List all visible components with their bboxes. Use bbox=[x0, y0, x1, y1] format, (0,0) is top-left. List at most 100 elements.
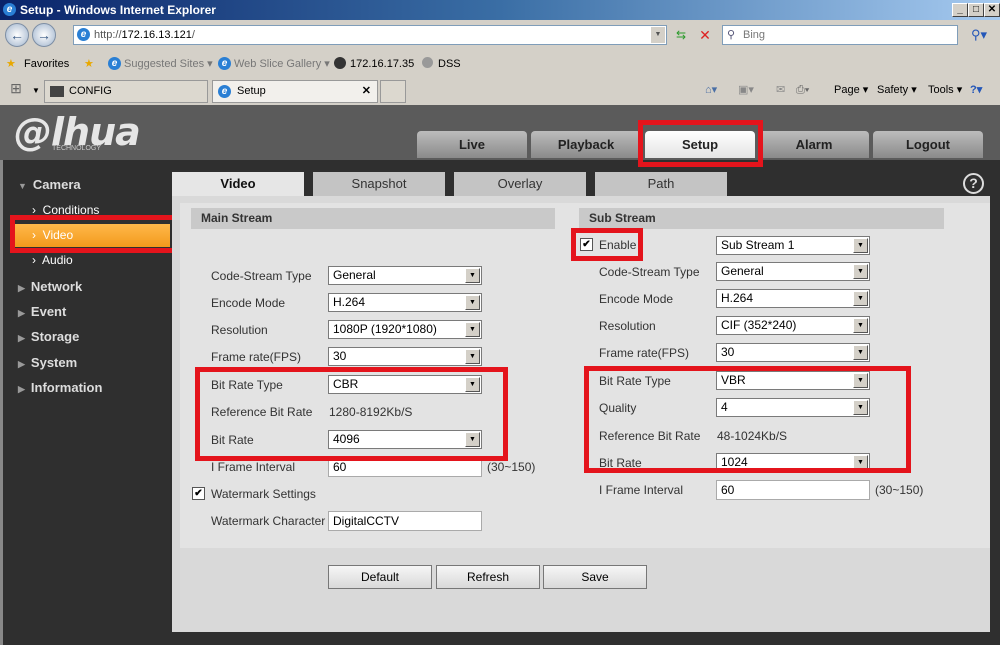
watermark-character-input[interactable]: DigitalCCTV bbox=[328, 511, 482, 531]
sidebar-storage[interactable]: ▶ Storage bbox=[18, 329, 79, 344]
favorites-button[interactable]: Favorites bbox=[24, 56, 69, 72]
tab-path[interactable]: Path bbox=[595, 172, 731, 196]
select-value: 30 bbox=[333, 349, 347, 363]
search-input[interactable]: ⚲ Bing bbox=[722, 25, 958, 45]
sidebar-information[interactable]: ▶ Information bbox=[18, 380, 102, 395]
tab-list-dropdown[interactable]: ▼ bbox=[30, 80, 42, 102]
safety-menu[interactable]: Safety ▾ bbox=[877, 83, 917, 97]
feeds-icon[interactable]: ▣▾ bbox=[738, 83, 754, 97]
select-value: CIF (352*240) bbox=[721, 318, 797, 332]
web-slice-gallery-link[interactable]: Web Slice Gallery ▾ bbox=[234, 56, 330, 72]
highlight-video bbox=[10, 215, 177, 253]
quick-tabs-icon[interactable]: ⊞ bbox=[6, 80, 26, 102]
sidebar-label: Audio bbox=[42, 253, 73, 267]
mail-icon[interactable]: ✉ bbox=[776, 83, 785, 97]
favorites-star-icon: ★ bbox=[6, 58, 16, 70]
ie-logo-icon: e bbox=[3, 3, 16, 16]
dss-icon bbox=[422, 57, 433, 68]
url-prefix: http:// bbox=[94, 29, 122, 41]
encode-mode-select[interactable]: H.264 ▼ bbox=[716, 289, 870, 308]
suggested-sites-icon: e bbox=[108, 57, 121, 70]
address-bar[interactable]: http://172.16.13.121/ e ▼ bbox=[73, 25, 667, 45]
code-stream-type-select[interactable]: General ▼ bbox=[328, 266, 482, 285]
resolution-select[interactable]: 1080P (1920*1080) ▼ bbox=[328, 320, 482, 339]
sidebar-item-audio[interactable]: › Audio bbox=[32, 253, 73, 267]
frame-rate-fps-select[interactable]: 30 ▼ bbox=[328, 347, 482, 366]
close-window-button[interactable]: ✕ bbox=[984, 3, 1000, 17]
tools-menu[interactable]: Tools ▾ bbox=[928, 83, 962, 97]
watermark-checkbox[interactable]: ✔ bbox=[192, 487, 205, 500]
field-label: I Frame Interval bbox=[599, 483, 684, 497]
nav-live[interactable]: Live bbox=[417, 131, 527, 158]
stop-icon[interactable]: ✕ bbox=[696, 25, 714, 45]
camera-icon bbox=[334, 57, 346, 69]
search-icon: ⚲ bbox=[727, 29, 736, 41]
page-menu[interactable]: Page ▾ bbox=[834, 83, 868, 97]
maximize-button[interactable]: □ bbox=[968, 3, 984, 17]
chevron-down-icon: ▼ bbox=[853, 238, 868, 253]
sidebar-label: Camera bbox=[32, 177, 81, 192]
select-value: H.264 bbox=[333, 295, 366, 309]
iframe-range-hint: (30~150) bbox=[487, 460, 536, 474]
minimize-button[interactable]: _ bbox=[952, 3, 968, 17]
forward-button[interactable]: → bbox=[32, 23, 56, 47]
sidebar-event[interactable]: ▶ Event bbox=[18, 304, 66, 319]
sub-stream-header: Sub Stream bbox=[579, 208, 944, 229]
search-button[interactable]: ⚲▾ bbox=[964, 25, 994, 45]
encode-mode-select[interactable]: H.264 ▼ bbox=[328, 293, 482, 312]
tab-overlay[interactable]: Overlay bbox=[454, 172, 590, 196]
favorite-link-dss[interactable]: DSS bbox=[438, 56, 461, 72]
select-value: 1080P (1920*1080) bbox=[333, 322, 437, 336]
sidebar-label: Information bbox=[30, 380, 103, 395]
sidebar-network[interactable]: ▶ Network bbox=[18, 279, 82, 294]
print-icon[interactable]: ⎙▾ bbox=[796, 83, 809, 97]
tab-setup[interactable]: e Setup ✕ bbox=[212, 80, 378, 103]
chevron-down-icon: ▼ bbox=[465, 322, 480, 337]
back-button[interactable]: ← bbox=[5, 23, 29, 47]
url-host: 172.16.13.121 bbox=[121, 29, 192, 41]
substream-select[interactable]: Sub Stream 1 ▼ bbox=[716, 236, 870, 255]
iframe-interval-input[interactable]: 60 bbox=[716, 480, 870, 500]
new-tab-button[interactable] bbox=[380, 80, 406, 103]
field-label: Code-Stream Type bbox=[211, 269, 312, 283]
camera-tab-icon bbox=[50, 86, 64, 97]
refresh-button[interactable]: Refresh bbox=[436, 565, 540, 589]
home-icon[interactable]: ⌂▾ bbox=[705, 83, 717, 97]
default-button[interactable]: Default bbox=[328, 565, 432, 589]
code-stream-type-select[interactable]: General ▼ bbox=[716, 262, 870, 281]
logo-subtitle: TECHNOLOGY bbox=[52, 145, 102, 152]
favorite-link-172[interactable]: 172.16.17.35 bbox=[350, 56, 414, 72]
tab-video[interactable]: Video bbox=[172, 172, 308, 196]
watermark-character-label: Watermark Character bbox=[211, 514, 326, 528]
sidebar-camera[interactable]: ▼ Camera bbox=[18, 177, 81, 192]
resolution-select[interactable]: CIF (352*240) ▼ bbox=[716, 316, 870, 335]
select-value: General bbox=[333, 268, 376, 282]
main-stream-header: Main Stream bbox=[191, 208, 555, 229]
field-label: Encode Mode bbox=[211, 296, 286, 310]
highlight-sub-bitrate bbox=[584, 366, 911, 473]
refresh-icon[interactable]: ⇆ bbox=[672, 25, 690, 45]
add-favorite-icon[interactable]: ★ bbox=[84, 56, 94, 72]
iframe-range-hint: (30~150) bbox=[875, 483, 924, 497]
tab-snapshot[interactable]: Snapshot bbox=[313, 172, 449, 196]
nav-playback[interactable]: Playback bbox=[531, 131, 641, 158]
sidebar-label: Event bbox=[30, 304, 67, 319]
help-icon[interactable]: ? bbox=[963, 173, 984, 194]
chevron-down-icon: ▼ bbox=[853, 345, 868, 360]
address-dropdown-icon[interactable]: ▼ bbox=[651, 27, 665, 43]
nav-logout[interactable]: Logout bbox=[873, 131, 983, 158]
field-label: Resolution bbox=[211, 323, 268, 337]
nav-alarm[interactable]: Alarm bbox=[759, 131, 869, 158]
tab-config[interactable]: CONFIG bbox=[44, 80, 208, 103]
chevron-down-icon: ▼ bbox=[853, 318, 868, 333]
highlight-enable bbox=[571, 228, 643, 261]
chevron-down-icon: ▼ bbox=[465, 295, 480, 310]
suggested-sites-link[interactable]: Suggested Sites ▾ bbox=[124, 56, 213, 72]
close-tab-icon[interactable]: ✕ bbox=[362, 81, 371, 102]
save-button[interactable]: Save bbox=[543, 565, 647, 589]
help-browser-icon[interactable]: ?▾ bbox=[970, 83, 982, 97]
sidebar-system[interactable]: ▶ System bbox=[18, 355, 77, 370]
frame-rate-fps-select[interactable]: 30 ▼ bbox=[716, 343, 870, 362]
field-label: Frame rate(FPS) bbox=[599, 346, 690, 360]
select-value: Sub Stream 1 bbox=[721, 238, 795, 252]
